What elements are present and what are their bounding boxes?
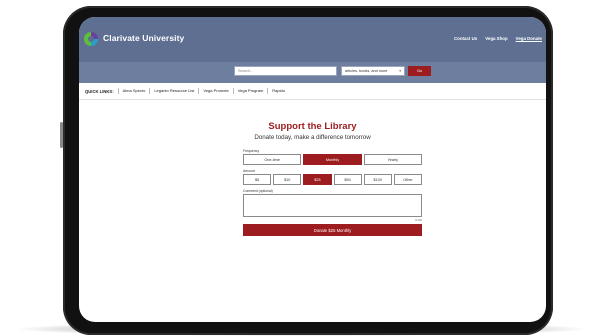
chevron-down-icon: ▾	[399, 69, 401, 73]
quick-links-bar: QUICK LINKS: Alma Specto Leganto Resourc…	[79, 83, 546, 100]
header-links: Contact Us Vega Shop Vega Donate	[454, 36, 542, 41]
amount-option-10[interactable]: $10	[273, 174, 302, 185]
tablet-screen: Clarivate University Contact Us Vega Sho…	[79, 17, 546, 322]
comment-char-count: 0/100	[415, 218, 422, 222]
quick-link-vega-promote[interactable]: Vega Promote	[198, 88, 232, 94]
comment-textarea[interactable]	[243, 194, 422, 217]
search-scope-select[interactable]: articles, books, and more ▾	[341, 66, 405, 76]
frequency-label: Frequency	[243, 149, 260, 153]
clarivate-logo-icon	[84, 31, 98, 47]
amount-label: Amount	[243, 169, 255, 173]
frequency-option-yearly[interactable]: Yearly	[363, 154, 422, 165]
frequency-option-one-time[interactable]: One-time	[243, 154, 302, 165]
amount-option-100[interactable]: $100	[363, 174, 392, 185]
quick-links-title: QUICK LINKS:	[85, 88, 114, 94]
amount-options: $5 $10 $25 $50 $100 Other	[243, 174, 423, 185]
donate-button[interactable]: Donate $25 Monthly	[243, 224, 422, 236]
frequency-option-monthly[interactable]: Monthly	[303, 154, 362, 165]
amount-option-25[interactable]: $25	[303, 174, 332, 185]
quick-link-alma-specto[interactable]: Alma Specto	[117, 88, 150, 94]
donation-form: Frequency One-time Monthly Yearly Amount…	[243, 149, 423, 236]
page-title: Support the Library	[268, 121, 357, 132]
quick-link-rapido[interactable]: Rapido	[267, 88, 289, 94]
amount-option-5[interactable]: $5	[243, 174, 272, 185]
quick-link-leganto[interactable]: Leganto Resource List	[149, 88, 198, 94]
quick-link-vega-program[interactable]: Vega Program	[232, 88, 268, 94]
search-go-button[interactable]: Go	[408, 66, 431, 76]
search-band: Search... articles, books, and more ▾ Go	[79, 62, 546, 83]
vega-shop-link[interactable]: Vega Shop	[485, 36, 507, 41]
brand-name[interactable]: Clarivate University	[103, 33, 184, 43]
frequency-options: One-time Monthly Yearly	[243, 154, 422, 165]
amount-option-other[interactable]: Other	[393, 174, 423, 185]
comment-label: Comment (optional)	[243, 189, 273, 193]
vega-donate-link[interactable]: Vega Donate	[516, 36, 542, 41]
contact-us-link[interactable]: Contact Us	[454, 36, 477, 41]
search-input[interactable]: Search...	[234, 66, 337, 76]
page-subtitle: Donate today, make a difference tomorrow	[254, 134, 371, 141]
site-header: Clarivate University Contact Us Vega Sho…	[79, 17, 546, 62]
search-scope-value: articles, books, and more	[345, 69, 388, 73]
amount-option-50[interactable]: $50	[333, 174, 362, 185]
